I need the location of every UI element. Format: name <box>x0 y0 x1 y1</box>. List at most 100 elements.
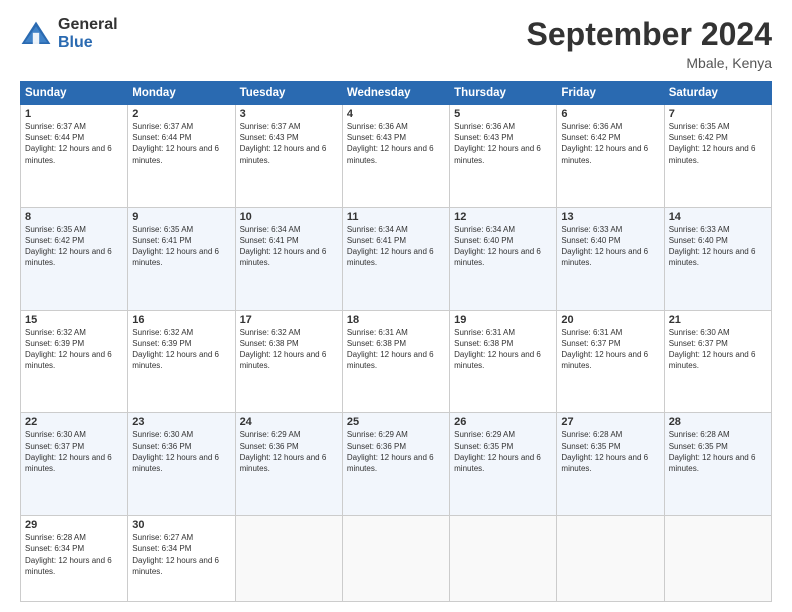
day-info: Sunrise: 6:37 AM Sunset: 6:44 PM Dayligh… <box>25 121 123 166</box>
table-row: 13 Sunrise: 6:33 AM Sunset: 6:40 PM Dayl… <box>557 207 664 310</box>
day-number: 13 <box>561 211 659 223</box>
table-row: 17 Sunrise: 6:32 AM Sunset: 6:38 PM Dayl… <box>235 310 342 413</box>
table-row: 25 Sunrise: 6:29 AM Sunset: 6:36 PM Dayl… <box>342 413 449 516</box>
table-row <box>664 516 771 602</box>
day-info: Sunrise: 6:35 AM Sunset: 6:41 PM Dayligh… <box>132 224 230 269</box>
day-number: 27 <box>561 416 659 428</box>
header: General Blue September 2024 Mbale, Kenya <box>20 16 772 71</box>
day-info: Sunrise: 6:29 AM Sunset: 6:36 PM Dayligh… <box>347 429 445 474</box>
day-info: Sunrise: 6:37 AM Sunset: 6:43 PM Dayligh… <box>240 121 338 166</box>
logo-text: General Blue <box>58 16 118 51</box>
day-info: Sunrise: 6:29 AM Sunset: 6:35 PM Dayligh… <box>454 429 552 474</box>
day-info: Sunrise: 6:31 AM Sunset: 6:37 PM Dayligh… <box>561 327 659 372</box>
day-info: Sunrise: 6:35 AM Sunset: 6:42 PM Dayligh… <box>669 121 767 166</box>
day-number: 4 <box>347 108 445 120</box>
col-monday: Monday <box>128 82 235 105</box>
table-row <box>450 516 557 602</box>
table-row: 21 Sunrise: 6:30 AM Sunset: 6:37 PM Dayl… <box>664 310 771 413</box>
day-number: 15 <box>25 314 123 326</box>
day-info: Sunrise: 6:34 AM Sunset: 6:40 PM Dayligh… <box>454 224 552 269</box>
table-row: 5 Sunrise: 6:36 AM Sunset: 6:43 PM Dayli… <box>450 105 557 208</box>
table-row: 28 Sunrise: 6:28 AM Sunset: 6:35 PM Dayl… <box>664 413 771 516</box>
header-row: Sunday Monday Tuesday Wednesday Thursday… <box>21 82 772 105</box>
day-info: Sunrise: 6:30 AM Sunset: 6:37 PM Dayligh… <box>25 429 123 474</box>
logo-blue-text: Blue <box>58 34 118 52</box>
day-number: 14 <box>669 211 767 223</box>
day-number: 18 <box>347 314 445 326</box>
page: General Blue September 2024 Mbale, Kenya… <box>0 0 792 612</box>
day-number: 24 <box>240 416 338 428</box>
day-number: 21 <box>669 314 767 326</box>
table-row <box>557 516 664 602</box>
day-number: 10 <box>240 211 338 223</box>
day-number: 2 <box>132 108 230 120</box>
day-number: 3 <box>240 108 338 120</box>
day-info: Sunrise: 6:37 AM Sunset: 6:44 PM Dayligh… <box>132 121 230 166</box>
day-number: 28 <box>669 416 767 428</box>
day-number: 25 <box>347 416 445 428</box>
col-thursday: Thursday <box>450 82 557 105</box>
table-row: 6 Sunrise: 6:36 AM Sunset: 6:42 PM Dayli… <box>557 105 664 208</box>
table-row: 4 Sunrise: 6:36 AM Sunset: 6:43 PM Dayli… <box>342 105 449 208</box>
table-row: 29 Sunrise: 6:28 AM Sunset: 6:34 PM Dayl… <box>21 516 128 602</box>
table-row: 1 Sunrise: 6:37 AM Sunset: 6:44 PM Dayli… <box>21 105 128 208</box>
day-number: 7 <box>669 108 767 120</box>
col-sunday: Sunday <box>21 82 128 105</box>
col-saturday: Saturday <box>664 82 771 105</box>
day-number: 29 <box>25 519 123 531</box>
day-info: Sunrise: 6:33 AM Sunset: 6:40 PM Dayligh… <box>669 224 767 269</box>
day-number: 6 <box>561 108 659 120</box>
day-number: 5 <box>454 108 552 120</box>
day-number: 22 <box>25 416 123 428</box>
table-row: 11 Sunrise: 6:34 AM Sunset: 6:41 PM Dayl… <box>342 207 449 310</box>
day-info: Sunrise: 6:31 AM Sunset: 6:38 PM Dayligh… <box>454 327 552 372</box>
table-row: 20 Sunrise: 6:31 AM Sunset: 6:37 PM Dayl… <box>557 310 664 413</box>
calendar-table: Sunday Monday Tuesday Wednesday Thursday… <box>20 81 772 602</box>
day-number: 1 <box>25 108 123 120</box>
day-number: 11 <box>347 211 445 223</box>
day-number: 17 <box>240 314 338 326</box>
table-row: 10 Sunrise: 6:34 AM Sunset: 6:41 PM Dayl… <box>235 207 342 310</box>
day-info: Sunrise: 6:36 AM Sunset: 6:42 PM Dayligh… <box>561 121 659 166</box>
table-row: 3 Sunrise: 6:37 AM Sunset: 6:43 PM Dayli… <box>235 105 342 208</box>
day-info: Sunrise: 6:34 AM Sunset: 6:41 PM Dayligh… <box>240 224 338 269</box>
col-tuesday: Tuesday <box>235 82 342 105</box>
day-info: Sunrise: 6:27 AM Sunset: 6:34 PM Dayligh… <box>132 532 230 577</box>
table-row: 9 Sunrise: 6:35 AM Sunset: 6:41 PM Dayli… <box>128 207 235 310</box>
table-row: 18 Sunrise: 6:31 AM Sunset: 6:38 PM Dayl… <box>342 310 449 413</box>
title-block: September 2024 Mbale, Kenya <box>527 16 772 71</box>
table-row <box>235 516 342 602</box>
table-row: 23 Sunrise: 6:30 AM Sunset: 6:36 PM Dayl… <box>128 413 235 516</box>
month-title: September 2024 <box>527 16 772 53</box>
table-row: 7 Sunrise: 6:35 AM Sunset: 6:42 PM Dayli… <box>664 105 771 208</box>
day-info: Sunrise: 6:30 AM Sunset: 6:37 PM Dayligh… <box>669 327 767 372</box>
table-row: 12 Sunrise: 6:34 AM Sunset: 6:40 PM Dayl… <box>450 207 557 310</box>
col-friday: Friday <box>557 82 664 105</box>
day-info: Sunrise: 6:30 AM Sunset: 6:36 PM Dayligh… <box>132 429 230 474</box>
day-number: 9 <box>132 211 230 223</box>
table-row: 8 Sunrise: 6:35 AM Sunset: 6:42 PM Dayli… <box>21 207 128 310</box>
table-row: 16 Sunrise: 6:32 AM Sunset: 6:39 PM Dayl… <box>128 310 235 413</box>
col-wednesday: Wednesday <box>342 82 449 105</box>
day-number: 16 <box>132 314 230 326</box>
location: Mbale, Kenya <box>527 55 772 71</box>
table-row: 26 Sunrise: 6:29 AM Sunset: 6:35 PM Dayl… <box>450 413 557 516</box>
day-info: Sunrise: 6:36 AM Sunset: 6:43 PM Dayligh… <box>454 121 552 166</box>
table-row <box>342 516 449 602</box>
day-number: 20 <box>561 314 659 326</box>
table-row: 19 Sunrise: 6:31 AM Sunset: 6:38 PM Dayl… <box>450 310 557 413</box>
table-row: 30 Sunrise: 6:27 AM Sunset: 6:34 PM Dayl… <box>128 516 235 602</box>
day-info: Sunrise: 6:31 AM Sunset: 6:38 PM Dayligh… <box>347 327 445 372</box>
day-info: Sunrise: 6:28 AM Sunset: 6:35 PM Dayligh… <box>669 429 767 474</box>
day-number: 8 <box>25 211 123 223</box>
logo: General Blue <box>20 16 118 51</box>
table-row: 14 Sunrise: 6:33 AM Sunset: 6:40 PM Dayl… <box>664 207 771 310</box>
day-info: Sunrise: 6:29 AM Sunset: 6:36 PM Dayligh… <box>240 429 338 474</box>
logo-general-text: General <box>58 16 118 34</box>
table-row: 2 Sunrise: 6:37 AM Sunset: 6:44 PM Dayli… <box>128 105 235 208</box>
table-row: 24 Sunrise: 6:29 AM Sunset: 6:36 PM Dayl… <box>235 413 342 516</box>
table-row: 15 Sunrise: 6:32 AM Sunset: 6:39 PM Dayl… <box>21 310 128 413</box>
day-info: Sunrise: 6:35 AM Sunset: 6:42 PM Dayligh… <box>25 224 123 269</box>
day-number: 19 <box>454 314 552 326</box>
day-info: Sunrise: 6:28 AM Sunset: 6:34 PM Dayligh… <box>25 532 123 577</box>
